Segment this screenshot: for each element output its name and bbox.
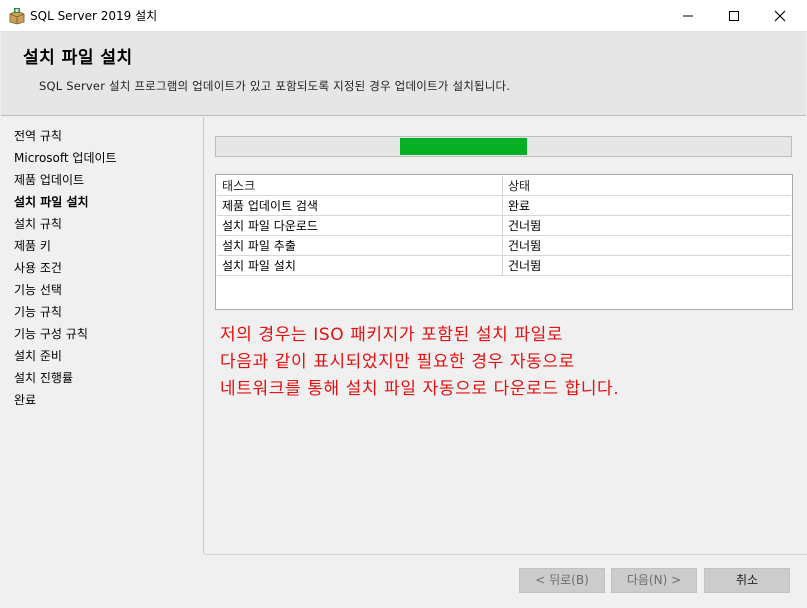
table-row-status: 완료 (503, 196, 791, 216)
column-header-status[interactable]: 상태 (503, 176, 791, 196)
sidebar-item-feature-selection[interactable]: 기능 선택 (14, 282, 62, 298)
table-row-status: 건너뜀 (503, 256, 791, 276)
sidebar-item-product-updates[interactable]: 제품 업데이트 (14, 172, 84, 188)
minimize-button[interactable] (665, 0, 711, 31)
sidebar-item-license-terms[interactable]: 사용 조건 (14, 260, 62, 276)
maximize-button[interactable] (711, 0, 757, 31)
sidebar-item-product-key[interactable]: 제품 키 (14, 238, 51, 254)
close-icon (774, 10, 786, 22)
sidebar-item-install-rules[interactable]: 설치 규칙 (14, 216, 62, 232)
page-header: 설치 파일 설치 SQL Server 설치 프로그램의 업데이트가 있고 포함… (1, 32, 806, 116)
annotation-line: 다음과 같이 표시되었지만 필요한 경우 자동으로 (220, 352, 575, 372)
progress-bar (215, 136, 792, 157)
window-title: SQL Server 2019 설치 (30, 9, 158, 23)
minimize-icon (683, 15, 693, 17)
sidebar-item-complete[interactable]: 완료 (14, 392, 36, 408)
table-row-status: 건너뜀 (503, 216, 791, 236)
sidebar-item-feature-rules[interactable]: 기능 규칙 (14, 304, 62, 320)
table-row-task[interactable]: 설치 파일 다운로드 (217, 216, 503, 236)
close-button[interactable] (757, 0, 803, 31)
annotation-line: 네트워크를 통해 설치 파일 자동으로 다운로드 합니다. (220, 379, 620, 399)
steps-sidebar: 전역 규칙 Microsoft 업데이트 제품 업데이트 설치 파일 설치 설치… (1, 117, 204, 554)
table-row-task[interactable]: 제품 업데이트 검색 (217, 196, 503, 216)
title-bar: SQL Server 2019 설치 (0, 0, 807, 32)
cancel-button[interactable]: 취소 (704, 568, 790, 593)
maximize-icon (729, 11, 739, 21)
table-row-status: 건너뜀 (503, 236, 791, 256)
sidebar-item-global-rules[interactable]: 전역 규칙 (14, 128, 62, 144)
sidebar-item-ready-to-install[interactable]: 설치 준비 (14, 348, 62, 364)
table-row-task[interactable]: 설치 파일 추출 (217, 236, 503, 256)
page-title: 설치 파일 설치 (23, 48, 133, 68)
sql-server-setup-icon (8, 7, 26, 25)
column-header-task[interactable]: 태스크 (217, 176, 503, 196)
next-button[interactable]: 다음(N) > (611, 568, 697, 593)
page-subtitle: SQL Server 설치 프로그램의 업데이트가 있고 포함되도록 지정된 경… (39, 79, 511, 93)
sidebar-item-install-setup-files[interactable]: 설치 파일 설치 (14, 194, 89, 210)
sidebar-item-microsoft-update[interactable]: Microsoft 업데이트 (14, 150, 117, 166)
sidebar-item-feature-config-rules[interactable]: 기능 구성 규칙 (14, 326, 88, 342)
progress-fill (400, 138, 527, 155)
table-row-task[interactable]: 설치 파일 설치 (217, 256, 503, 276)
back-button[interactable]: < 뒤로(B) (519, 568, 605, 593)
annotation-note: 저의 경우는 ISO 패키지가 포함된 설치 파일로 다음과 같이 표시되었지만… (220, 322, 619, 403)
sidebar-item-install-progress[interactable]: 설치 진행률 (14, 370, 73, 386)
footer-divider (204, 554, 807, 555)
annotation-line: 저의 경우는 ISO 패키지가 포함된 설치 파일로 (220, 325, 564, 345)
task-table: 태스크 상태 제품 업데이트 검색 완료 설치 파일 다운로드 건너뜀 설치 파… (215, 174, 793, 310)
